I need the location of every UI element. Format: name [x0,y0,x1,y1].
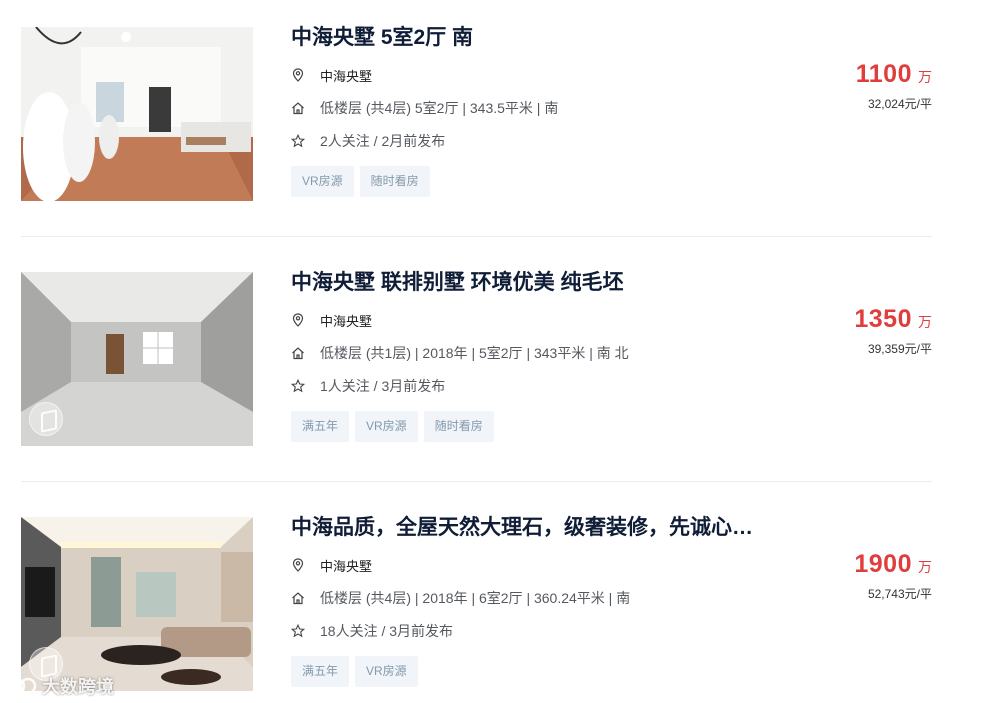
price-box: 1900 万 52,743元/平 [732,550,932,602]
detail-row: 低楼层 (共4层) | 2018年 | 6室2厅 | 360.24平米 | 南 [291,588,791,608]
detail-row: 低楼层 (共1层) | 2018年 | 5室2厅 | 343平米 | 南 北 [291,343,791,363]
watermark: 大数跨境 [8,673,114,699]
tag: 满五年 [291,656,350,687]
listing-title[interactable]: 中海央墅 5室2厅 南 [291,24,781,52]
house-detail: 低楼层 (共1层) | 2018年 | 5室2厅 | 343平米 | 南 北 [320,345,629,361]
house-icon [291,591,305,605]
vr-360-icon [29,157,63,191]
watermark-logo-icon [8,677,37,695]
tag: VR房源 [355,411,418,442]
house-detail: 低楼层 (共4层) 5室2厅 | 343.5平米 | 南 [320,100,559,116]
listing-info: 中海央墅 联排别墅 环境优美 纯毛坯 中海央墅 低楼层 (共1层) | 2018… [291,269,791,442]
community-link[interactable]: 中海央墅 [320,311,372,330]
listing-list: 中海央墅 5室2厅 南 中海央墅 低楼层 (共4层) 5室2厅 | 343.5平… [0,0,981,703]
community-row: 中海央墅 [291,310,791,330]
star-icon [291,624,305,638]
watermark-text: 大数跨境 [42,677,114,697]
listing-title[interactable]: 中海央墅 联排别墅 环境优美 纯毛坯 [291,269,781,297]
house-detail: 低楼层 (共4层) | 2018年 | 6室2厅 | 360.24平米 | 南 [320,590,631,606]
price-unit: 万 [918,314,932,330]
price-unit: 万 [918,559,932,575]
divider [21,236,932,237]
listing-card[interactable]: 中海央墅 5室2厅 南 中海央墅 低楼层 (共4层) 5室2厅 | 343.5平… [21,0,932,245]
detail-row: 低楼层 (共4层) 5室2厅 | 343.5平米 | 南 [291,98,791,118]
follow-row: 1人关注 / 3月前发布 [291,376,791,396]
house-icon [291,101,305,115]
listing-card[interactable]: 中海央墅 联排别墅 环境优美 纯毛坯 中海央墅 低楼层 (共1层) | 2018… [21,245,932,490]
price-box: 1100 万 32,024元/平 [732,60,932,112]
price-value: 1100 [855,60,912,88]
divider [21,481,932,482]
follow-row: 18人关注 / 3月前发布 [291,621,791,641]
listing-photo[interactable] [21,27,253,201]
listing-info: 中海央墅 5室2厅 南 中海央墅 低楼层 (共4层) 5室2厅 | 343.5平… [291,24,791,197]
tag: VR房源 [291,166,354,197]
star-icon [291,134,305,148]
price-box: 1350 万 39,359元/平 [732,305,932,357]
listing-info: 中海品质，全屋天然大理石，级奢装修，先诚心… 中海央墅 低楼层 (共4层) | … [291,514,791,687]
unit-price: 39,359元/平 [867,342,932,356]
vr-360-icon [29,402,63,436]
listing-card[interactable]: 中海品质，全屋天然大理石，级奢装修，先诚心… 中海央墅 低楼层 (共4层) | … [21,490,932,703]
tag-list: 满五年 VR房源 随时看房 [291,411,791,442]
follow-info: 1人关注 / 3月前发布 [320,378,446,394]
star-icon [291,379,305,393]
total-price: 1100 万 [732,60,932,89]
follow-info: 18人关注 / 3月前发布 [320,623,454,639]
tag-list: VR房源 随时看房 [291,166,791,197]
tag: 满五年 [291,411,350,442]
follow-info: 2人关注 / 2月前发布 [320,133,446,149]
tag: VR房源 [355,656,418,687]
listing-photo[interactable] [21,517,253,691]
price-value: 1900 [854,550,912,578]
house-icon [291,346,305,360]
unit-price: 32,024元/平 [867,97,932,111]
location-pin-icon [291,313,305,327]
total-price: 1350 万 [732,305,932,334]
listing-title[interactable]: 中海品质，全屋天然大理石，级奢装修，先诚心… [291,514,781,542]
total-price: 1900 万 [732,550,932,579]
listing-photo[interactable] [21,272,253,446]
price-value: 1350 [854,305,912,333]
community-row: 中海央墅 [291,555,791,575]
tag: 随时看房 [423,411,494,442]
tag: 随时看房 [359,166,430,197]
location-pin-icon [291,68,305,82]
location-pin-icon [291,558,305,572]
unit-price: 52,743元/平 [867,587,932,601]
community-row: 中海央墅 [291,65,791,85]
community-link[interactable]: 中海央墅 [320,66,372,85]
price-unit: 万 [918,69,932,85]
follow-row: 2人关注 / 2月前发布 [291,131,791,151]
community-link[interactable]: 中海央墅 [320,556,372,575]
tag-list: 满五年 VR房源 [291,656,791,687]
